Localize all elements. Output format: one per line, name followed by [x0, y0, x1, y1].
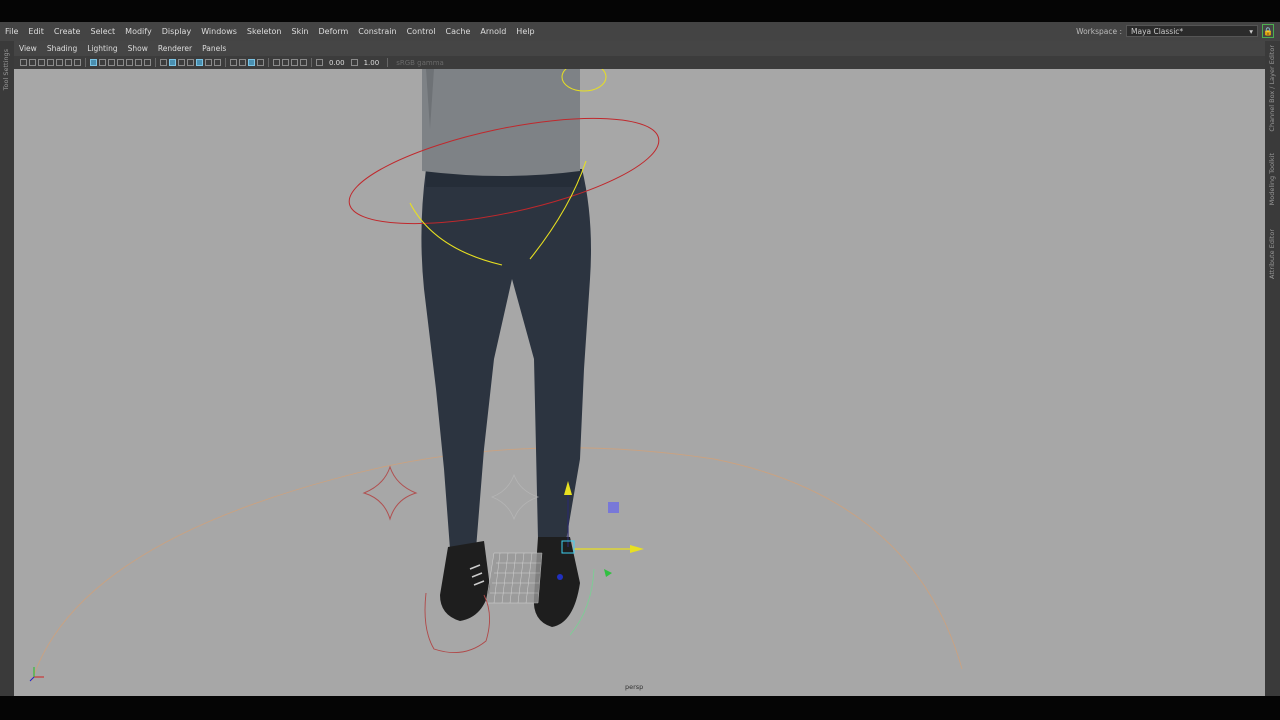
camera-label: persp: [625, 683, 644, 691]
lock-icon[interactable]: 🔒: [1262, 24, 1274, 38]
image-plane-icon[interactable]: [47, 59, 54, 66]
workspace-dropdown[interactable]: Maya Classic* ▾: [1126, 25, 1258, 37]
menu-cache[interactable]: Cache: [441, 27, 476, 36]
gamma-icon[interactable]: [350, 59, 358, 66]
menu-arnold[interactable]: Arnold: [475, 27, 511, 36]
workspace-value: Maya Classic*: [1131, 26, 1184, 36]
select-camera-icon[interactable]: [20, 59, 27, 66]
workspace-selector: Workspace : Maya Classic* ▾ 🔒: [1076, 24, 1274, 38]
panel-menu-panels[interactable]: Panels: [197, 44, 231, 53]
default-material-icon[interactable]: [178, 59, 185, 66]
textured-icon[interactable]: [196, 59, 203, 66]
exposure-value[interactable]: 0.00: [325, 59, 349, 67]
menu-control[interactable]: Control: [402, 27, 441, 36]
panel-toolbar: 0.00 1.00 sRGB gamma: [14, 56, 1265, 69]
wireframe-icon[interactable]: [160, 59, 167, 66]
toolbar-divider: [155, 58, 156, 67]
right-panel-strip: Channel Box / Layer Editor Modeling Tool…: [1265, 41, 1280, 696]
exposure-icon[interactable]: [316, 59, 323, 66]
screen-space-ao-icon[interactable]: [230, 59, 237, 66]
panel-menu-lighting[interactable]: Lighting: [82, 44, 122, 53]
safe-action-icon[interactable]: [135, 59, 142, 66]
bottom-bar: [0, 696, 1280, 720]
foot-grid-plane: [485, 552, 543, 604]
title-bar: [0, 0, 1280, 22]
menu-help[interactable]: Help: [511, 27, 539, 36]
menu-file[interactable]: File: [0, 27, 23, 36]
menu-constrain[interactable]: Constrain: [353, 27, 401, 36]
view-axis-gizmo: [29, 667, 44, 682]
panel-menu-renderer[interactable]: Renderer: [153, 44, 197, 53]
shadows-icon[interactable]: [214, 59, 221, 66]
2d-pan-zoom-icon[interactable]: [65, 59, 72, 66]
gate-mask-icon[interactable]: [117, 59, 124, 66]
viewport-scene: [29, 69, 963, 682]
menu-select[interactable]: Select: [85, 27, 120, 36]
toolbar-divider: [311, 58, 312, 67]
motion-blur-icon[interactable]: [239, 59, 246, 66]
star-control: [362, 465, 418, 521]
gamma-value[interactable]: 1.00: [360, 59, 384, 67]
multisample-aa-icon[interactable]: [248, 59, 255, 66]
menu-skin[interactable]: Skin: [287, 27, 314, 36]
color-space-select[interactable]: sRGB gamma: [392, 59, 448, 67]
camera-attributes-icon[interactable]: [29, 59, 36, 66]
modeling-toolkit-tab[interactable]: Modeling Toolkit: [1268, 153, 1276, 205]
panel-menubar: View Shading Lighting Show Renderer Pane…: [14, 41, 1265, 56]
bookmarks-icon[interactable]: [38, 59, 45, 66]
grease-pencil-icon[interactable]: [74, 59, 81, 66]
toolbar-divider: [85, 58, 86, 67]
menu-deform[interactable]: Deform: [314, 27, 354, 36]
use-all-lights-icon[interactable]: [205, 59, 212, 66]
attribute-editor-tab[interactable]: Attribute Editor: [1268, 229, 1276, 279]
perspective-viewport[interactable]: [14, 69, 1265, 696]
menu-modify[interactable]: Modify: [120, 27, 157, 36]
lock-camera-icon[interactable]: [56, 59, 63, 66]
character-shirt: [422, 69, 580, 176]
menu-skeleton[interactable]: Skeleton: [242, 27, 287, 36]
xray-active-components-icon[interactable]: [291, 59, 298, 66]
xray-icon[interactable]: [282, 59, 289, 66]
safe-title-icon[interactable]: [144, 59, 151, 66]
film-gate-icon[interactable]: [99, 59, 106, 66]
smooth-shade-icon[interactable]: [169, 59, 176, 66]
menu-windows[interactable]: Windows: [196, 27, 242, 36]
tool-settings-strip[interactable]: Tool Settings: [0, 41, 14, 696]
menu-display[interactable]: Display: [157, 27, 197, 36]
panel-menu-show[interactable]: Show: [123, 44, 153, 53]
workspace-label: Workspace :: [1076, 26, 1122, 36]
right-shoe: [533, 537, 580, 627]
channel-box-tab[interactable]: Channel Box / Layer Editor: [1268, 45, 1276, 132]
xray-joints-icon[interactable]: [300, 59, 307, 66]
grid-icon[interactable]: [90, 59, 97, 66]
tool-settings-label: Tool Settings: [2, 49, 10, 91]
menu-create[interactable]: Create: [49, 27, 86, 36]
menu-edit[interactable]: Edit: [23, 27, 49, 36]
depth-of-field-icon[interactable]: [257, 59, 264, 66]
wireframe-on-shaded-icon[interactable]: [187, 59, 194, 66]
chevron-down-icon: ▾: [1249, 26, 1253, 36]
toolbar-divider: [225, 58, 226, 67]
resolution-gate-icon[interactable]: [108, 59, 115, 66]
isolate-select-icon[interactable]: [273, 59, 280, 66]
field-chart-icon[interactable]: [126, 59, 133, 66]
star-control-faint: [490, 473, 540, 521]
panel-menu-view[interactable]: View: [14, 44, 42, 53]
toolbar-divider: [387, 58, 389, 67]
panel-menu-shading[interactable]: Shading: [42, 44, 82, 53]
toolbar-divider: [268, 58, 269, 67]
